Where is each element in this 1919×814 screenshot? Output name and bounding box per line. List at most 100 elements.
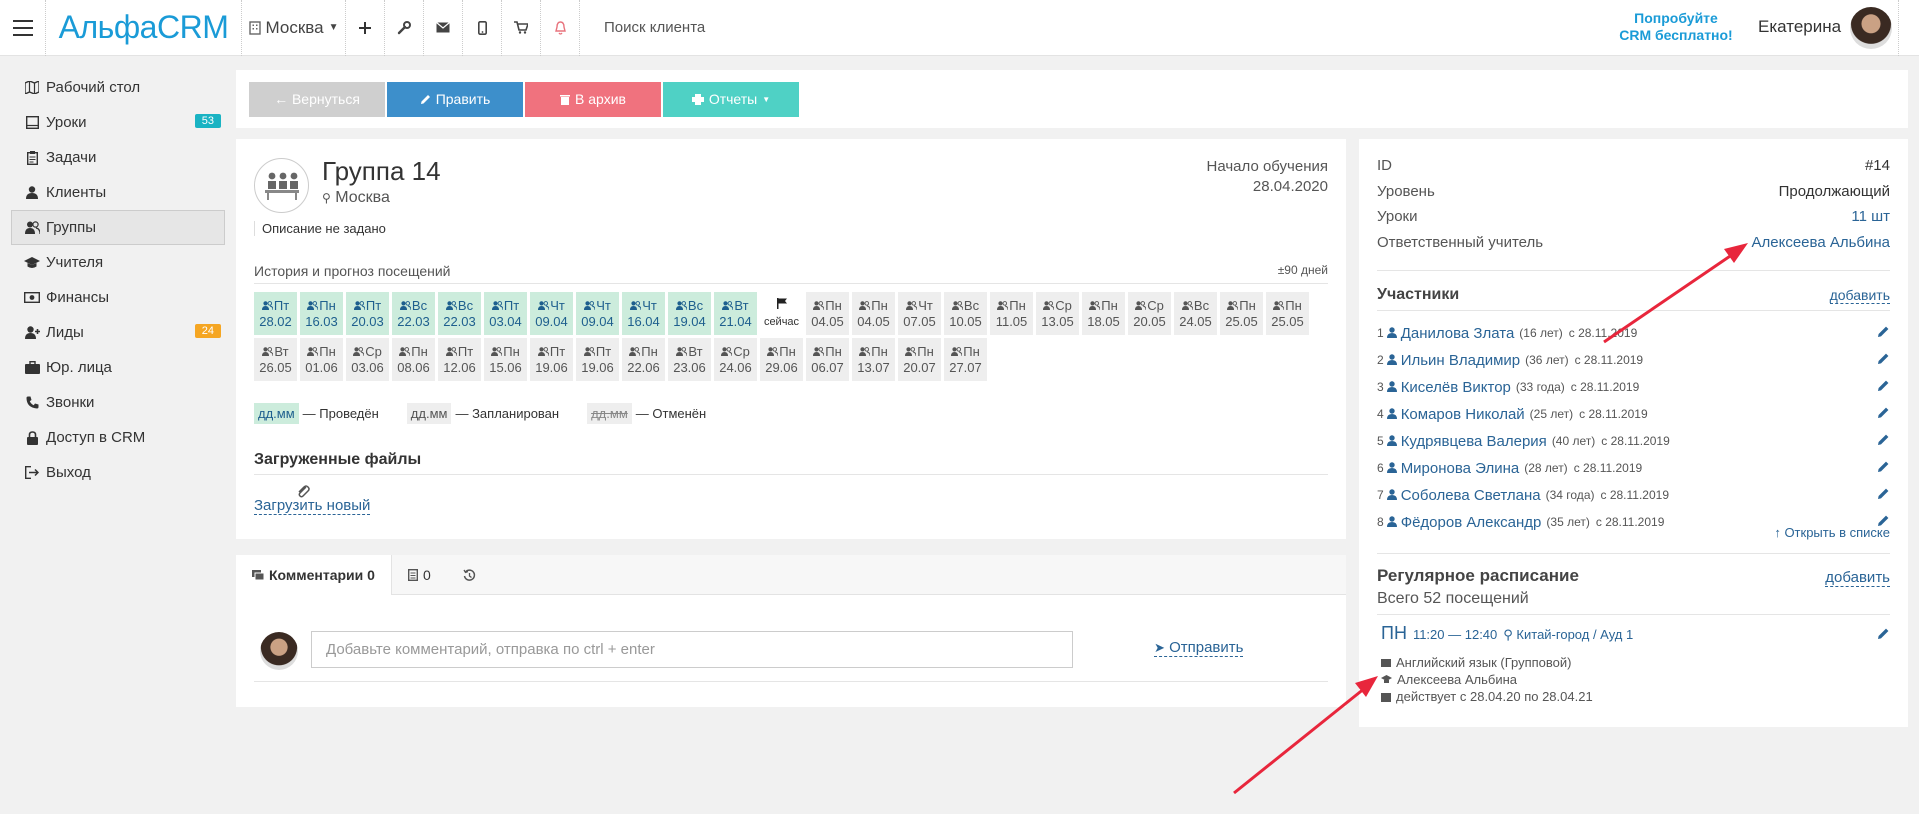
avatar[interactable] <box>1850 7 1892 49</box>
schedule-item-header[interactable]: ПН 11:20 — 12:40 ⚲ Китай-город / Ауд 1 <box>1381 623 1633 644</box>
lesson-cell[interactable]: Вс 22.03 <box>392 292 435 335</box>
lesson-cell[interactable]: Пн 20.07 <box>898 338 941 381</box>
lesson-cell[interactable]: Вс 19.04 <box>668 292 711 335</box>
lesson-cell[interactable]: Вс 22.03 <box>438 292 481 335</box>
sidebar-item-8[interactable]: Лиды 24 <box>0 315 236 350</box>
lesson-cell[interactable]: Пт 19.06 <box>576 338 619 381</box>
send-comment-button[interactable]: ➤ Отправить <box>1154 639 1244 657</box>
sidebar-item-4[interactable]: Клиенты <box>0 175 236 210</box>
sidebar-item-6[interactable]: Учителя <box>0 245 236 280</box>
member-name-link[interactable]: Данилова Злата <box>1401 325 1515 342</box>
sidebar-item-10[interactable]: Звонки <box>0 385 236 420</box>
lesson-cell[interactable]: Ср 20.05 <box>1128 292 1171 335</box>
lesson-cell[interactable]: Пн 22.06 <box>622 338 665 381</box>
upload-file-link[interactable]: Загрузить новый <box>254 481 371 515</box>
plus-icon[interactable] <box>346 0 385 56</box>
sidebar-item-3[interactable]: Задачи <box>0 140 236 175</box>
lesson-cell[interactable]: Вс 24.05 <box>1174 292 1217 335</box>
lessons-count-link[interactable]: 11 шт <box>1851 208 1890 225</box>
member-name-link[interactable]: Ильин Владимир <box>1401 352 1520 369</box>
lesson-cell[interactable]: Пн 13.07 <box>852 338 895 381</box>
lesson-day: Пн <box>1089 298 1118 314</box>
lesson-cell[interactable]: Пн 01.06 <box>300 338 343 381</box>
lesson-cell[interactable]: Пн 25.05 <box>1266 292 1309 335</box>
archive-button[interactable]: В архив <box>525 81 661 117</box>
info-row-id: ID #14 <box>1377 157 1890 174</box>
lesson-cell[interactable]: Пн 29.06 <box>760 338 803 381</box>
menu-icon[interactable] <box>0 0 46 56</box>
sidebar-item-5[interactable]: Группы <box>11 210 225 245</box>
lesson-cell[interactable]: Пн 25.05 <box>1220 292 1263 335</box>
lesson-cell[interactable]: Пн 15.06 <box>484 338 527 381</box>
lesson-cell[interactable]: Ср 13.05 <box>1036 292 1079 335</box>
lesson-cell[interactable]: Вт 26.05 <box>254 338 297 381</box>
member-name-link[interactable]: Фёдоров Александр <box>1401 514 1542 531</box>
edit-schedule-icon[interactable] <box>1877 627 1890 644</box>
lesson-cell[interactable]: Чт 16.04 <box>622 292 665 335</box>
lesson-cell[interactable]: Пт 28.02 <box>254 292 297 335</box>
client-search-input[interactable]: Поиск клиента <box>604 19 705 36</box>
sidebar-item-2[interactable]: Уроки 53 <box>0 105 236 140</box>
mail-icon[interactable] <box>424 0 463 56</box>
member-name-link[interactable]: Миронова Элина <box>1401 460 1520 477</box>
teacher-link[interactable]: Алексеева Альбина <box>1752 234 1891 251</box>
member-name-link[interactable]: Кудрявцева Валерия <box>1401 433 1547 450</box>
pencil-icon[interactable] <box>1877 352 1890 369</box>
pencil-icon[interactable] <box>1877 325 1890 342</box>
reports-button[interactable]: Отчеты ▼ <box>663 81 799 117</box>
lesson-cell[interactable]: Чт 09.04 <box>576 292 619 335</box>
logo[interactable]: АльфаCRM <box>46 0 242 56</box>
lesson-cell[interactable]: Пн 18.05 <box>1082 292 1125 335</box>
pencil-icon[interactable] <box>1877 433 1890 450</box>
lesson-day: Вт <box>262 344 289 360</box>
lesson-cell[interactable]: Пн 04.05 <box>806 292 849 335</box>
member-name-link[interactable]: Соболева Светлана <box>1401 487 1541 504</box>
lesson-cell[interactable]: Пн 27.07 <box>944 338 987 381</box>
lesson-cell[interactable]: Пт 12.06 <box>438 338 481 381</box>
lesson-cell[interactable]: Пт 19.06 <box>530 338 573 381</box>
lesson-cell[interactable]: Чт 09.04 <box>530 292 573 335</box>
add-schedule-link[interactable]: добавить <box>1825 569 1890 587</box>
sidebar-item-7[interactable]: Финансы <box>0 280 236 315</box>
tab-comments[interactable]: Комментарии 0 <box>236 555 392 595</box>
legend-swatch-cancelled: дд.мм <box>587 403 632 424</box>
sidebar-item-1[interactable]: Рабочий стол <box>0 70 236 105</box>
lesson-cell[interactable]: Вс 10.05 <box>944 292 987 335</box>
lesson-cell[interactable]: Вт 21.04 <box>714 292 757 335</box>
back-button[interactable]: ← Вернуться <box>249 81 385 117</box>
pencil-icon[interactable] <box>1877 460 1890 477</box>
user-name[interactable]: Екатерина <box>1758 17 1841 37</box>
sidebar-item-11[interactable]: Доступ в CRM <box>0 420 236 455</box>
mobile-icon[interactable] <box>463 0 502 56</box>
lesson-cell[interactable]: Пн 11.05 <box>990 292 1033 335</box>
tab-history[interactable] <box>447 555 492 595</box>
open-in-list-link[interactable]: ↑ Открыть в списке <box>1774 525 1890 540</box>
wrench-icon[interactable] <box>385 0 424 56</box>
lesson-cell[interactable]: Вт 23.06 <box>668 338 711 381</box>
bell-icon[interactable] <box>541 0 580 56</box>
edit-button[interactable]: Править <box>387 81 523 117</box>
pencil-icon[interactable] <box>1877 406 1890 423</box>
lesson-cell[interactable]: Пн 04.05 <box>852 292 895 335</box>
lesson-cell[interactable]: Чт 07.05 <box>898 292 941 335</box>
member-name-link[interactable]: Киселёв Виктор <box>1401 379 1511 396</box>
lesson-cell[interactable]: Пн 06.07 <box>806 338 849 381</box>
lesson-cell[interactable]: Пт 03.04 <box>484 292 527 335</box>
pencil-icon[interactable] <box>1877 379 1890 396</box>
member-name-link[interactable]: Комаров Николай <box>1401 406 1525 423</box>
promo-link[interactable]: Попробуйте CRM бесплатно! <box>1606 10 1746 44</box>
lesson-cell[interactable]: Пн 16.03 <box>300 292 343 335</box>
lesson-cell[interactable]: Пт 20.03 <box>346 292 389 335</box>
cart-icon[interactable] <box>502 0 541 56</box>
sidebar-item-12[interactable]: Выход <box>0 455 236 490</box>
comment-input[interactable]: Добавьте комментарий, отправка по ctrl +… <box>311 631 1073 668</box>
lesson-cell[interactable]: Пн 08.06 <box>392 338 435 381</box>
history-range[interactable]: ±90 дней <box>1278 263 1328 277</box>
lesson-cell[interactable]: Ср 03.06 <box>346 338 389 381</box>
pencil-icon[interactable] <box>1877 487 1890 504</box>
tab-notes[interactable]: 0 <box>392 555 447 595</box>
add-member-link[interactable]: добавить <box>1829 287 1890 304</box>
sidebar-item-9[interactable]: Юр. лица <box>0 350 236 385</box>
lesson-cell[interactable]: Ср 24.06 <box>714 338 757 381</box>
branch-selector[interactable]: Москва ▼ <box>242 0 346 56</box>
